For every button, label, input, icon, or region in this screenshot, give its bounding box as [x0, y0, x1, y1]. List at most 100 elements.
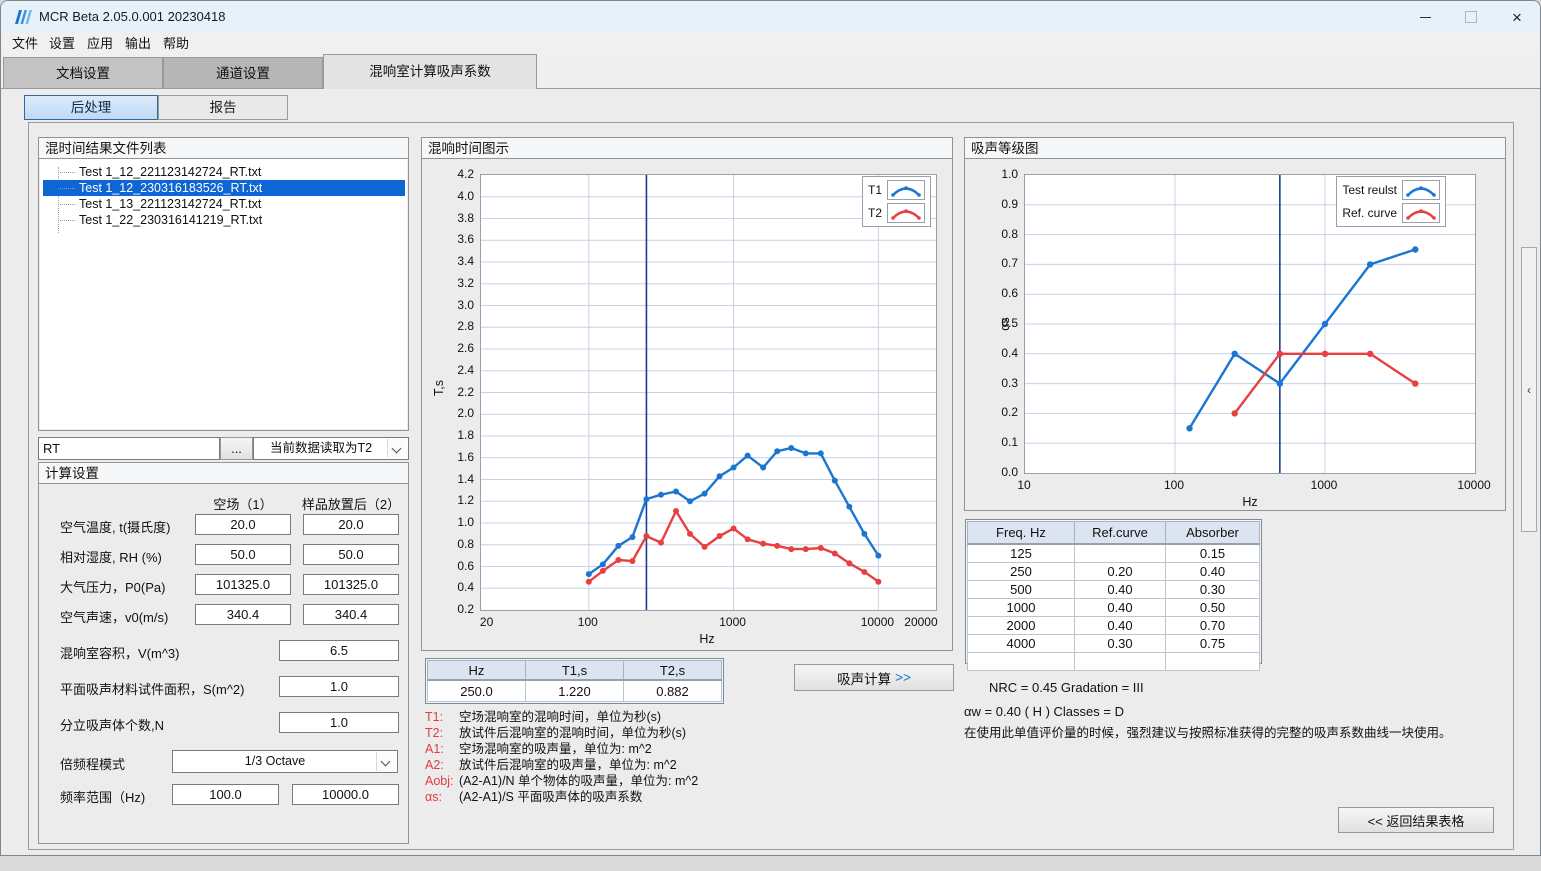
sample-area-field[interactable]: 1.0	[279, 676, 399, 697]
freq-range-high-field[interactable]: 10000.0	[292, 784, 399, 805]
humidity-label: 相对湿度, RH (%)	[60, 547, 162, 566]
tree-stub	[58, 204, 75, 205]
browse-button[interactable]: ...	[220, 437, 253, 460]
x-tick-label: 1000	[703, 615, 763, 629]
pressure-field-1[interactable]: 101325.0	[195, 574, 291, 595]
rt-table-header: T2,s	[624, 661, 722, 681]
double-arrow-right-icon: >>	[895, 670, 911, 685]
combo-dropdown-button[interactable]	[376, 752, 396, 771]
tab-channel-settings[interactable]: 通道设置	[163, 57, 323, 88]
x-tick-label: 20	[457, 615, 517, 629]
rt-chart[interactable]: T,s Hz 4.24.03.83.63.43.23.02.82.62.42.2…	[422, 159, 952, 650]
room-volume-field[interactable]: 6.5	[279, 640, 399, 661]
subtab-postprocess[interactable]: 后处理	[24, 95, 158, 120]
pressure-field-2[interactable]: 101325.0	[303, 574, 399, 595]
tree-stub	[58, 188, 75, 189]
file-list-item[interactable]: Test 1_13_221123142724_RT.txt	[43, 196, 405, 212]
x-tick-label: 1000	[1294, 478, 1354, 492]
sound-speed-label: 空气声速，v0(m/s)	[60, 607, 168, 626]
y-tick-label: 3.2	[438, 276, 474, 290]
panel-collapse-handle[interactable]: ‹	[1521, 247, 1537, 532]
minimize-button[interactable]	[1403, 4, 1447, 30]
return-results-button[interactable]: << 返回结果表格	[1338, 807, 1494, 833]
curve-icon	[887, 203, 925, 223]
rt-table-header: T1,s	[526, 661, 624, 681]
tree-stub	[58, 172, 75, 173]
rt-value-table: Hz T1,s T2,s 250.0 1.220 0.882	[427, 660, 722, 702]
humidity-field-1[interactable]: 50.0	[195, 544, 291, 565]
table-row: 10000.400.50	[968, 599, 1260, 617]
table-row: 5000.400.30	[968, 581, 1260, 599]
air-temp-field-1[interactable]: 20.0	[195, 514, 291, 535]
freq-range-low-field[interactable]: 100.0	[172, 784, 279, 805]
curve-icon	[1402, 203, 1440, 223]
y-tick-label: 2.6	[438, 341, 474, 355]
chevron-down-icon	[392, 444, 402, 454]
file-list-item[interactable]: Test 1_12_230316183526_RT.txt	[43, 180, 405, 196]
column-header-with-sample: 样品放置后（2）	[291, 494, 411, 513]
humidity-field-2[interactable]: 50.0	[303, 544, 399, 565]
table-row: 20000.400.70	[968, 617, 1260, 635]
grade-x-axis-label: Hz	[1205, 495, 1295, 509]
note-line: αs:(A2-A1)/S 平面吸声体的吸声系数	[425, 789, 642, 805]
maximize-button[interactable]	[1449, 4, 1493, 30]
close-button[interactable]: ×	[1495, 4, 1539, 30]
menu-output[interactable]: 输出	[122, 35, 154, 53]
y-tick-label: 2.4	[438, 363, 474, 377]
y-tick-label: 1.0	[982, 167, 1018, 181]
octave-mode-label: 倍频程模式	[60, 754, 125, 773]
octave-mode-combo[interactable]: 1/3 Octave	[172, 750, 398, 773]
screen: MCR Beta 2.05.0.001 20230418 × 文件 设置 应用 …	[0, 0, 1541, 871]
grade-table-header: Absorber	[1166, 522, 1260, 545]
menu-file[interactable]: 文件	[9, 35, 41, 53]
window-title: MCR Beta 2.05.0.001 20230418	[39, 9, 225, 24]
room-volume-label: 混响室容积，V(m^3)	[60, 643, 180, 662]
y-tick-label: 0.8	[438, 537, 474, 551]
tab-reverb-absorption[interactable]: 混响室计算吸声系数	[323, 54, 537, 89]
table-row: 250.0 1.220 0.882	[428, 680, 722, 702]
maximize-icon	[1465, 11, 1477, 23]
rt_chart-legend: T1 T2	[862, 176, 931, 227]
absorber-count-field[interactable]: 1.0	[279, 712, 399, 733]
file-list[interactable]: Test 1_12_221123142724_RT.txt Test 1_12_…	[40, 159, 407, 429]
subtab-report[interactable]: 报告	[158, 95, 288, 120]
file-list-panel: 混时间结果文件列表 Test 1_12_221123142724_RT.txt …	[38, 137, 409, 431]
tab-document-settings[interactable]: 文档设置	[3, 57, 163, 88]
sound-speed-field-2[interactable]: 340.4	[303, 604, 399, 625]
air-temp-field-2[interactable]: 20.0	[303, 514, 399, 535]
pressure-label: 大气压力，P0(Pa)	[60, 577, 165, 596]
menu-help[interactable]: 帮助	[160, 35, 192, 53]
y-tick-label: 0.2	[438, 602, 474, 616]
menu-apply[interactable]: 应用	[84, 35, 116, 53]
advice-text: 在使用此单值评价量的时候，强烈建议与按照标准获得的完整的吸声系数曲线一块使用。	[964, 722, 1452, 741]
file-list-item[interactable]: Test 1_12_221123142724_RT.txt	[43, 164, 405, 180]
menu-settings[interactable]: 设置	[46, 35, 78, 53]
title-bar: MCR Beta 2.05.0.001 20230418 ×	[1, 1, 1540, 33]
y-tick-label: 0.7	[982, 256, 1018, 270]
grade-chart[interactable]: αs Hz 1.00.90.80.70.60.50.40.30.20.10.01…	[965, 159, 1505, 510]
note-line: Aobj:(A2-A1)/N 单个物体的吸声量，单位为: m^2	[425, 773, 698, 789]
result-name-input[interactable]: RT	[38, 437, 220, 460]
freq-range-label: 频率范围（Hz)	[60, 787, 145, 806]
y-tick-label: 0.0	[982, 465, 1018, 479]
x-tick-label: 10	[994, 478, 1054, 492]
grade_chart-legend: Test reulst Ref. curve	[1336, 176, 1446, 227]
chevron-down-icon	[381, 757, 391, 767]
rt_chart-plot-area[interactable]	[480, 174, 937, 611]
table-row: 2500.200.40	[968, 563, 1260, 581]
rt-x-axis-label: Hz	[657, 632, 757, 646]
combo-dropdown-button[interactable]	[387, 439, 407, 458]
table-row: 1250.15	[968, 544, 1260, 563]
data-read-combo[interactable]: 当前数据读取为T2	[253, 437, 409, 460]
file-list-item[interactable]: Test 1_22_230316141219_RT.txt	[43, 212, 405, 228]
note-line: T1:空场混响室的混响时间，单位为秒(s)	[425, 709, 661, 725]
absorption-calc-button[interactable]: 吸声计算 >>	[794, 664, 954, 691]
rt-chart-title: 混响时间图示	[422, 138, 952, 159]
legend-label: Ref. curve	[1342, 206, 1397, 220]
y-tick-label: 0.2	[982, 405, 1018, 419]
y-tick-label: 3.6	[438, 232, 474, 246]
file-list-title: 混时间结果文件列表	[39, 138, 408, 159]
grade-table-header: Freq. Hz	[968, 522, 1075, 545]
sound-speed-field-1[interactable]: 340.4	[195, 604, 291, 625]
curve-icon	[1402, 180, 1440, 200]
